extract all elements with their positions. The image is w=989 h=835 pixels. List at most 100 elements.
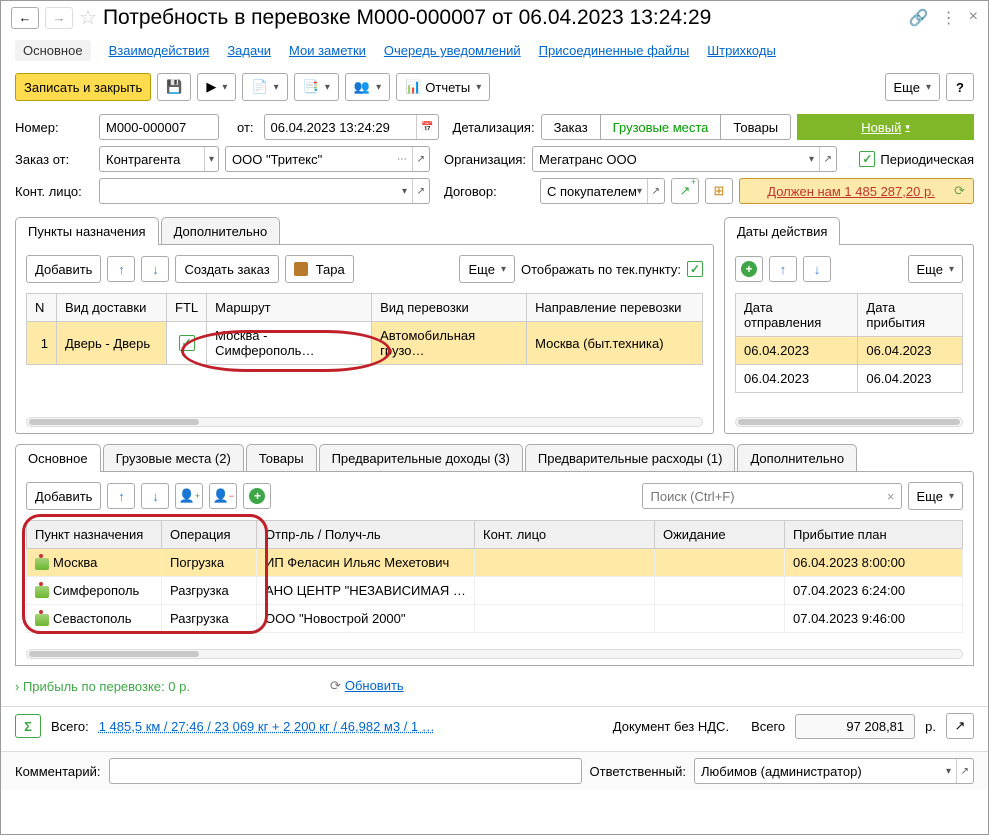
create-order-button[interactable]: Создать заказ — [175, 255, 278, 283]
chevron-down-icon[interactable]: ▾ — [402, 186, 407, 197]
lcol-point[interactable]: Пункт назначения — [27, 521, 162, 549]
ltab-additional[interactable]: Дополнительно — [737, 444, 857, 472]
ltab-goods[interactable]: Товары — [246, 444, 317, 472]
chevron-down-icon[interactable]: ▾ — [946, 766, 951, 777]
tare-button[interactable]: Тара — [285, 255, 354, 283]
open-icon[interactable]: ↗ — [956, 759, 969, 783]
lower-plus-button[interactable]: + — [243, 483, 271, 509]
chevron-down-icon[interactable]: ▾ — [637, 186, 642, 197]
h-scrollbar[interactable] — [735, 417, 963, 427]
dates-down-button[interactable]: ↓ — [803, 256, 831, 282]
nav-forward-button[interactable]: → — [45, 7, 73, 29]
contract-add-button[interactable]: ↗+ — [671, 178, 699, 204]
display-by-point-checkbox[interactable]: ✓ — [687, 261, 703, 277]
h-scrollbar[interactable] — [26, 649, 963, 659]
chevron-down-icon[interactable]: ▾ — [204, 147, 214, 171]
refresh-link[interactable]: Обновить — [345, 678, 404, 693]
post-button[interactable]: ▶ — [197, 73, 236, 101]
chevron-down-icon[interactable]: ▾ — [809, 154, 814, 165]
clear-search-icon[interactable]: × — [887, 489, 895, 504]
seg-order[interactable]: Заказ — [542, 115, 601, 139]
more-button[interactable]: Еще — [885, 73, 940, 101]
responsible-input[interactable]: Любимов (администратор)▾↗ — [694, 758, 974, 784]
totals-expand-button[interactable]: ↗ — [946, 713, 974, 739]
table-row[interactable]: Москва Погрузка ИП Феласин Ильяс Мехетов… — [27, 549, 963, 577]
nav-notifications[interactable]: Очередь уведомлений — [384, 40, 521, 61]
tab-additional[interactable]: Дополнительно — [161, 217, 281, 245]
lcol-op[interactable]: Операция — [162, 521, 257, 549]
ltab-expenses[interactable]: Предварительные расходы (1) — [525, 444, 736, 472]
org-input[interactable]: Мегатранс ООО▾↗ — [532, 146, 837, 172]
ellipsis-icon[interactable]: ⋯ — [397, 154, 407, 165]
totals-link[interactable]: 1 485,5 км / 27:46 / 23 069 кг + 2 200 к… — [99, 719, 435, 734]
search-input[interactable]: × — [642, 483, 902, 509]
col-dep[interactable]: Дата отправления — [736, 294, 858, 337]
col-transport-type[interactable]: Вид перевозки — [372, 294, 527, 322]
table-row[interactable]: Севастополь Разгрузка ООО "Новострой 200… — [27, 605, 963, 633]
col-n[interactable]: N — [27, 294, 57, 322]
copy-button[interactable]: 📄 — [242, 73, 287, 101]
lower-up-button[interactable]: ↑ — [107, 483, 135, 509]
ltab-main[interactable]: Основное — [15, 444, 101, 472]
nav-notes[interactable]: Мои заметки — [289, 40, 366, 61]
reports-button[interactable]: 📊 Отчеты — [396, 73, 490, 101]
ftl-checkbox[interactable]: ✓ — [179, 335, 195, 351]
debt-refresh-icon[interactable]: ⟳ — [954, 183, 965, 199]
points-more-button[interactable]: Еще — [459, 255, 514, 283]
counterparty-input[interactable]: ООО "Тритекс"⋯↗ — [225, 146, 430, 172]
lower-more-button[interactable]: Еще — [908, 482, 963, 510]
create-based-button[interactable]: 📑 — [294, 73, 339, 101]
table-row[interactable]: 1 Дверь - Дверь ✓ Москва - Симферополь… … — [27, 322, 703, 365]
ltab-income[interactable]: Предварительные доходы (3) — [319, 444, 523, 472]
add-sender-button[interactable]: 👤+ — [175, 483, 203, 509]
dates-up-button[interactable]: ↑ — [769, 256, 797, 282]
lower-add-button[interactable]: Добавить — [26, 482, 101, 510]
table-row[interactable]: 06.04.2023 06.04.2023 — [736, 365, 963, 393]
dates-add-button[interactable]: + — [735, 256, 763, 282]
seg-goods[interactable]: Товары — [721, 115, 790, 139]
menu-dots-icon[interactable]: ⋮ — [941, 8, 957, 28]
ltab-cargo[interactable]: Грузовые места (2) — [103, 444, 244, 472]
tab-points[interactable]: Пункты назначения — [15, 217, 159, 245]
save-button[interactable]: 💾 — [157, 73, 191, 101]
close-icon[interactable]: × — [969, 8, 978, 28]
nav-back-button[interactable]: ← — [11, 7, 39, 29]
help-button[interactable]: ? — [946, 73, 974, 101]
nav-barcodes[interactable]: Штрихкоды — [707, 40, 776, 61]
sigma-button[interactable]: Σ — [15, 714, 41, 738]
link-icon[interactable]: 🔗 — [909, 8, 929, 28]
points-add-button[interactable]: Добавить — [26, 255, 101, 283]
comment-input[interactable] — [109, 758, 582, 784]
users-button[interactable]: 👥 — [345, 73, 390, 101]
nav-files[interactable]: Присоединенные файлы — [539, 40, 690, 61]
favorite-star-icon[interactable]: ☆ — [79, 5, 97, 30]
search-field[interactable] — [649, 488, 887, 505]
col-ftl[interactable]: FTL — [167, 294, 207, 322]
remove-person-button[interactable]: 👤− — [209, 483, 237, 509]
h-scrollbar[interactable] — [26, 417, 703, 427]
open-icon[interactable]: ↗ — [647, 179, 660, 203]
periodic-checkbox[interactable]: ✓ — [859, 151, 875, 167]
contact-input[interactable]: ▾↗ — [99, 178, 430, 204]
seg-cargo[interactable]: Грузовые места — [601, 115, 722, 139]
open-icon[interactable]: ↗ — [412, 179, 425, 203]
contract-input[interactable]: С покупателем▾↗ — [540, 178, 665, 204]
order-from-input[interactable]: Контрагента▾ — [99, 146, 219, 172]
col-route[interactable]: Маршрут — [207, 294, 372, 322]
col-direction[interactable]: Направление перевозки — [527, 294, 703, 322]
col-arr[interactable]: Дата прибытия — [858, 294, 963, 337]
debt-link[interactable]: Должен нам 1 485 287,20 р. — [767, 184, 935, 199]
table-row[interactable]: 06.04.2023 06.04.2023 — [736, 337, 963, 365]
lower-down-button[interactable]: ↓ — [141, 483, 169, 509]
save-close-button[interactable]: Записать и закрыть — [15, 73, 151, 101]
nav-tasks[interactable]: Задачи — [227, 40, 271, 61]
open-icon[interactable]: ↗ — [412, 147, 425, 171]
date-input[interactable]: 06.04.2023 13:24:29📅 — [264, 114, 439, 140]
nav-interactions[interactable]: Взаимодействия — [109, 40, 210, 61]
lcol-contact[interactable]: Конт. лицо — [475, 521, 655, 549]
tab-dates[interactable]: Даты действия — [724, 217, 840, 245]
number-input[interactable]: М000-000007 — [99, 114, 219, 140]
move-down-button[interactable]: ↓ — [141, 256, 169, 282]
dates-more-button[interactable]: Еще — [908, 255, 963, 283]
lcol-arrival[interactable]: Прибытие план — [785, 521, 963, 549]
